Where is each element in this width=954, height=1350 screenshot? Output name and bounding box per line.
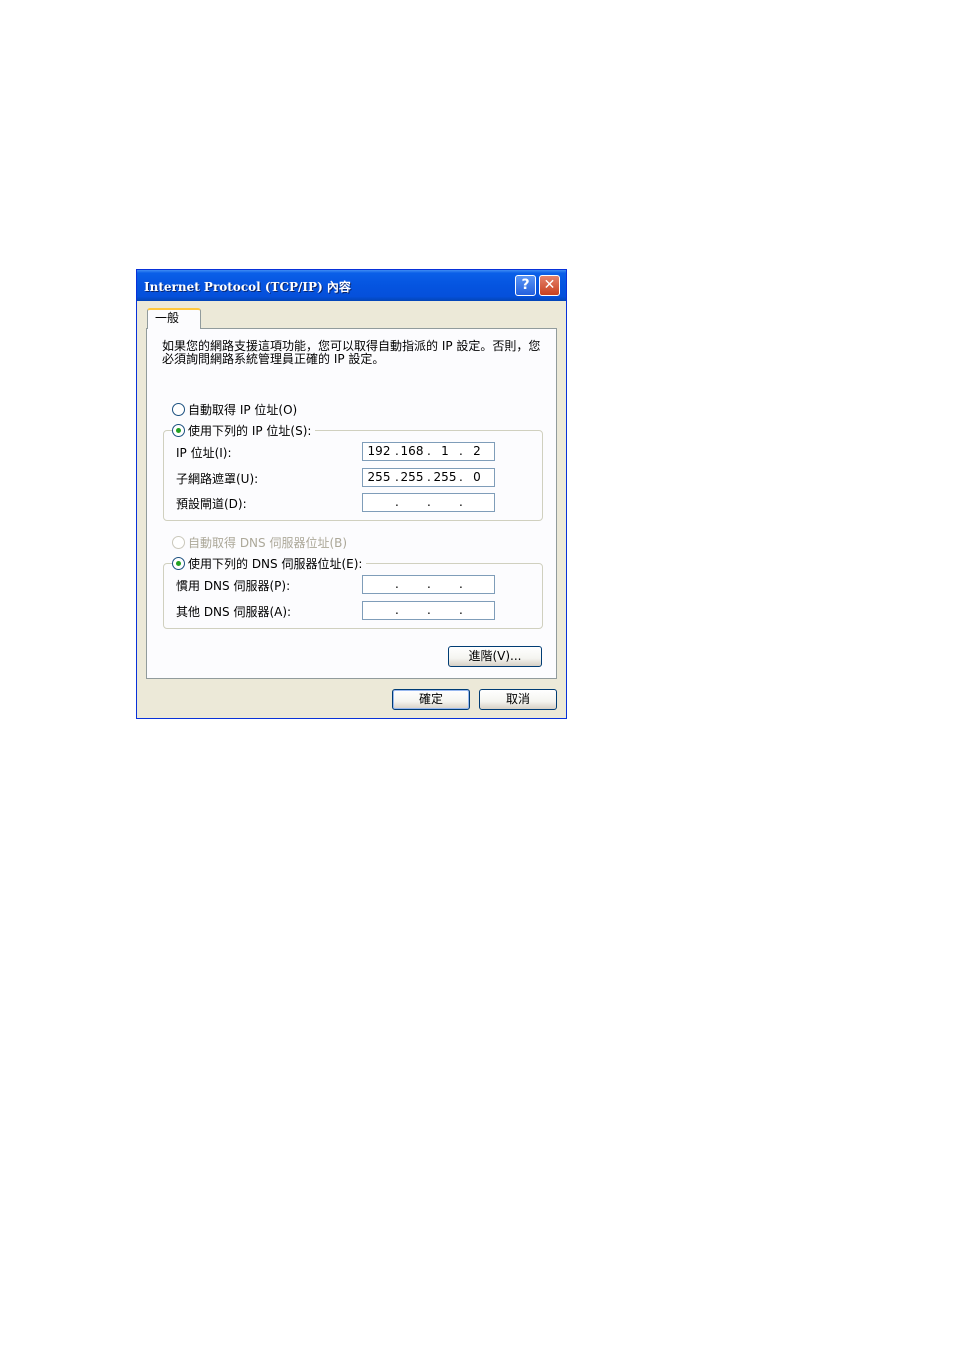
advanced-button[interactable]: 進階(V)... [448,646,542,667]
mask-octet-3: 255 [433,470,457,484]
title-bar[interactable]: Internet Protocol (TCP/IP) 內容 ? ✕ [137,270,566,301]
ip-dot: . [427,444,431,458]
mask-octet-4: 0 [473,470,481,484]
close-icon: ✕ [543,277,556,293]
description-text: 如果您的網路支援這項功能，您可以取得自動指派的 IP 設定。否則，您必須詢問網路… [162,339,541,366]
ip-manual-radio-row[interactable]: 使用下列的 IP 位址(S): [172,422,316,439]
tab-panel-general: 如果您的網路支援這項功能，您可以取得自動指派的 IP 設定。否則，您必須詢問網路… [146,328,557,679]
ip-manual-radio-label: 使用下列的 IP 位址(S): [188,424,312,438]
ip-dot: . [459,444,463,458]
close-button[interactable]: ✕ [539,275,560,296]
alternate-dns-label: 其他 DNS 伺服器(A): [176,605,292,619]
mask-octet-2: 255 [400,470,424,484]
ip-dot: . [427,470,431,484]
ip-address-input[interactable]: 192 . 168 . 1 . 2 [362,442,495,461]
dns-auto-radio-row[interactable]: 自動取得 DNS 伺服器位址(B) [172,534,352,551]
page: Internet Protocol (TCP/IP) 內容 ? ✕ 一般 如果您… [0,0,954,1350]
ip-dot: . [395,603,399,617]
help-icon: ? [521,277,530,293]
ip-auto-radio-label: 自動取得 IP 位址(O) [188,403,298,417]
subnet-mask-input[interactable]: 255 . 255 . 255 . 0 [362,468,495,487]
default-gateway-input[interactable]: . . . [362,493,495,512]
dns-manual-radio[interactable] [172,557,185,570]
ip-dot: . [427,495,431,509]
dns-manual-radio-label: 使用下列的 DNS 伺服器位址(E): [188,557,363,571]
alternate-dns-input[interactable]: . . . [362,601,495,620]
default-gateway-label: 預設閘道(D): [176,497,247,511]
ip-dot: . [459,603,463,617]
ip-address-label: IP 位址(I): [176,446,232,460]
help-button[interactable]: ? [515,275,536,296]
tcpip-properties-dialog: Internet Protocol (TCP/IP) 內容 ? ✕ 一般 如果您… [136,269,567,719]
ip-octet-1: 192 [367,444,391,458]
window-title: Internet Protocol (TCP/IP) 內容 [144,280,351,294]
ip-octet-3: 1 [441,444,449,458]
cancel-button[interactable]: 取消 [479,689,557,710]
ip-dot: . [427,603,431,617]
ip-auto-radio[interactable] [172,403,185,416]
preferred-dns-input[interactable]: . . . [362,575,495,594]
dns-auto-radio-label: 自動取得 DNS 伺服器位址(B) [188,536,348,550]
ip-manual-radio[interactable] [172,424,185,437]
dns-auto-radio[interactable] [172,536,185,549]
ip-dot: . [459,470,463,484]
preferred-dns-label: 慣用 DNS 伺服器(P): [176,579,291,593]
ip-dot: . [459,577,463,591]
ip-dot: . [427,577,431,591]
mask-octet-1: 255 [367,470,391,484]
dns-manual-radio-row[interactable]: 使用下列的 DNS 伺服器位址(E): [172,555,367,572]
subnet-mask-label: 子網路遮罩(U): [176,472,259,486]
ip-dot: . [395,495,399,509]
ip-auto-radio-row[interactable]: 自動取得 IP 位址(O) [172,401,302,418]
ip-octet-2: 168 [400,444,424,458]
ip-dot: . [459,495,463,509]
ok-button[interactable]: 確定 [392,689,470,710]
tab-general[interactable]: 一般 [147,308,201,329]
ip-dot: . [395,577,399,591]
ip-octet-4: 2 [473,444,481,458]
